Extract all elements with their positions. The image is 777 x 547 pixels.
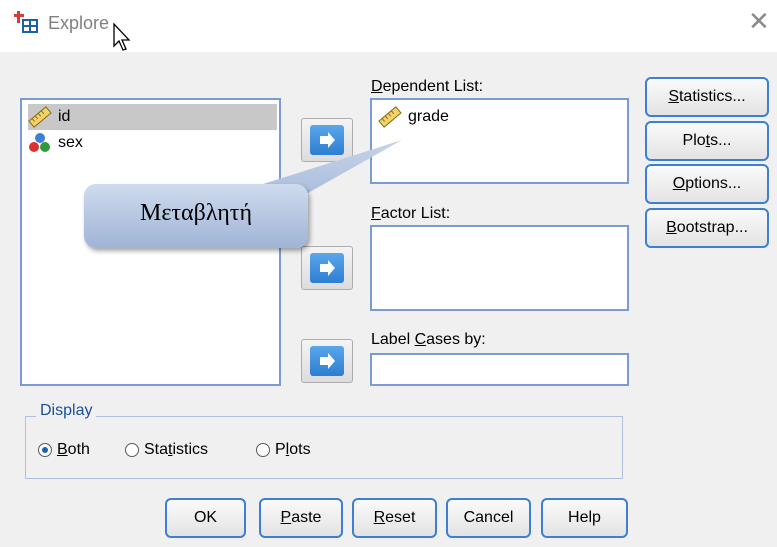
nominal-balls-icon <box>29 133 50 152</box>
ruler-scale-icon <box>378 106 402 128</box>
radio-plots[interactable]: Pl ots <box>256 441 311 459</box>
mouse-cursor-icon <box>113 22 131 51</box>
label-cases-label: Label Cases by: <box>371 331 486 348</box>
variable-name: sex <box>58 134 83 151</box>
title-bar: Explore ✕ <box>0 0 777 52</box>
radio-unchecked-icon <box>256 443 270 457</box>
statistics-button[interactable]: Statistics... <box>645 77 769 117</box>
window-title: Explore <box>48 13 110 33</box>
callout-bubble: Μεταβλητή <box>84 184 308 248</box>
plots-button[interactable]: Plo t s... <box>645 121 769 161</box>
right-arrow-icon <box>320 132 335 148</box>
move-to-factor-button[interactable] <box>301 246 353 290</box>
display-group-title: Display <box>36 402 97 420</box>
factor-list[interactable] <box>370 225 629 311</box>
list-item[interactable]: id <box>28 104 277 130</box>
cancel-button[interactable]: Cancel <box>446 498 531 538</box>
help-button[interactable]: Help <box>541 498 628 538</box>
display-group <box>25 416 623 479</box>
ok-button[interactable]: OK <box>165 498 246 538</box>
reset-button[interactable]: Reset <box>352 498 437 538</box>
dependent-list-label: Dependent List: <box>371 78 484 95</box>
variable-name: grade <box>408 108 449 125</box>
dependent-list[interactable]: grade <box>370 98 629 184</box>
radio-checked-icon <box>38 443 52 457</box>
close-icon[interactable]: ✕ <box>748 8 770 34</box>
move-to-dependent-button[interactable] <box>301 118 353 162</box>
paste-button[interactable]: Paste <box>259 498 343 538</box>
factor-list-label: Factor List: <box>371 205 451 222</box>
radio-both[interactable]: Both <box>38 441 90 459</box>
move-to-label-cases-button[interactable] <box>301 339 353 383</box>
options-button[interactable]: Options... <box>645 164 769 204</box>
radio-unchecked-icon <box>125 443 139 457</box>
list-item[interactable]: sex <box>28 130 83 156</box>
list-item[interactable]: grade <box>378 104 449 130</box>
bootstrap-button[interactable]: Bootstrap... <box>645 208 769 248</box>
spss-explore-app-icon <box>14 11 38 33</box>
ruler-scale-icon <box>28 106 52 128</box>
right-arrow-icon <box>320 260 335 276</box>
callout-text: Μεταβλητή <box>139 200 253 226</box>
variable-name: id <box>58 108 71 125</box>
radio-statistics[interactable]: Sta t istics <box>125 441 208 459</box>
label-cases-field[interactable] <box>370 353 629 386</box>
right-arrow-icon <box>320 353 335 369</box>
